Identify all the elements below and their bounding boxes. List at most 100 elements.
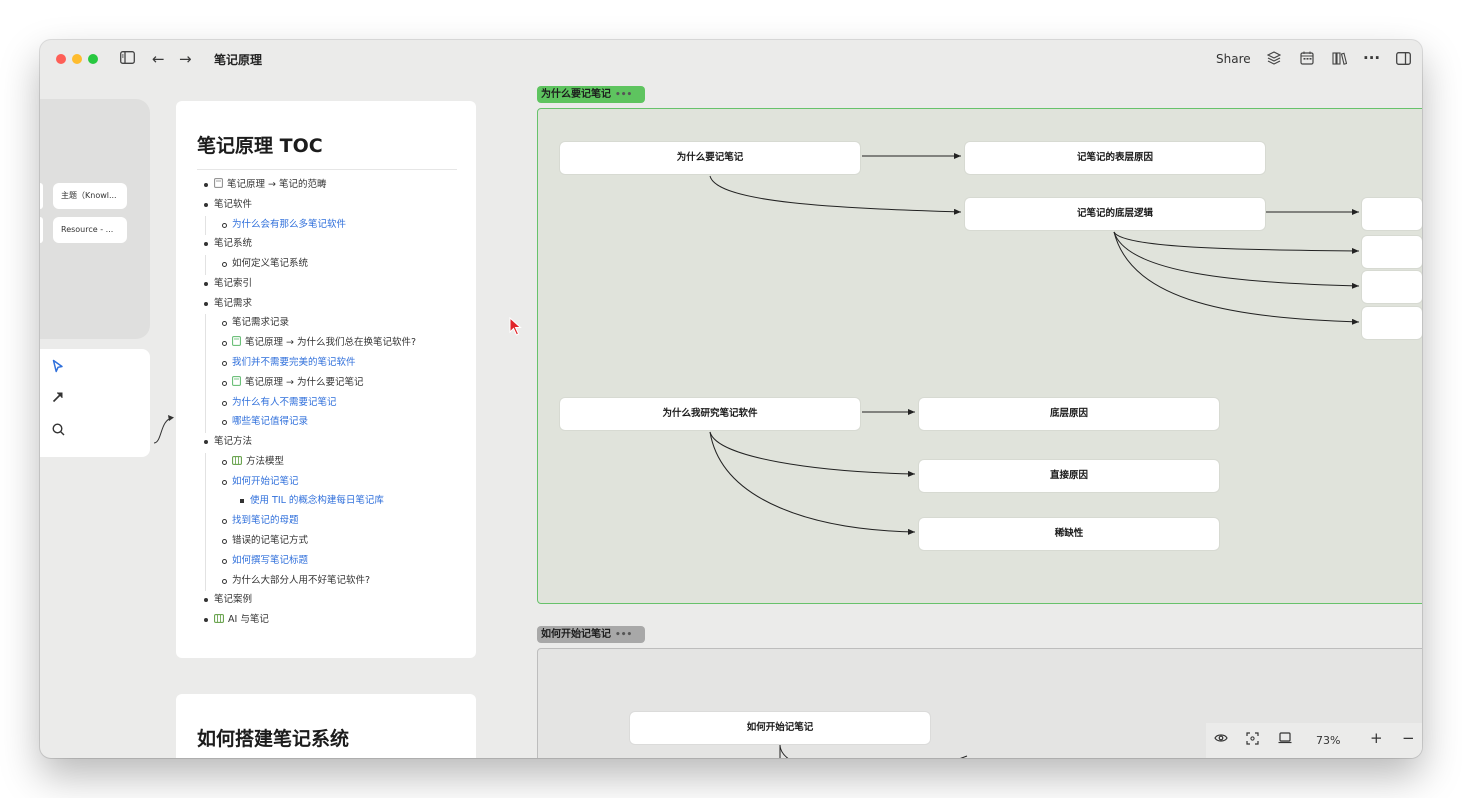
bullet-marker: [204, 183, 208, 187]
toc-item[interactable]: 笔记需求: [214, 297, 252, 311]
toc-item[interactable]: AI 与笔记: [214, 613, 269, 627]
bullet-marker: [222, 479, 227, 485]
zoom-out-button[interactable]: −: [1402, 730, 1415, 746]
eye-icon[interactable]: [1214, 732, 1228, 749]
toc-item[interactable]: 笔记索引: [214, 277, 252, 291]
toc-item[interactable]: 为什么有人不需要记笔记: [232, 396, 337, 410]
select-tool-icon[interactable]: [52, 359, 64, 377]
toc-item[interactable]: 笔记案例: [214, 593, 252, 607]
toc-item[interactable]: 笔记方法: [214, 435, 252, 449]
node-offscreen-2[interactable]: [1362, 236, 1422, 268]
back-icon[interactable]: ←: [152, 50, 165, 68]
app-window: ← → 笔记原理 Share ··· 主题（Knowl... Resource …: [40, 40, 1422, 758]
toc-item[interactable]: 为什么会有那么多笔记软件: [232, 218, 346, 232]
bullet-marker: [222, 578, 227, 584]
bullet-marker: [204, 618, 208, 623]
resource-chip[interactable]: Resource - ...: [53, 217, 127, 243]
toc-item[interactable]: 错误的记笔记方式: [232, 534, 308, 548]
toc-item-label: 如何撰写笔记标题: [232, 554, 309, 566]
group-more-icon[interactable]: •••: [615, 90, 632, 100]
toc-item-label: 为什么大部分人用不好笔记软件?: [232, 574, 371, 586]
topic-chip[interactable]: 主题（Knowl...: [53, 183, 127, 209]
left-group-panel: 主题（Knowl... Resource - ...: [40, 99, 150, 339]
more-options-icon[interactable]: ···: [1363, 49, 1380, 67]
node-why-research[interactable]: 为什么我研究笔记软件: [560, 398, 860, 430]
toc-title: 笔记原理 TOC: [197, 135, 323, 157]
indent-guide: [205, 532, 206, 552]
toc-item-label: 笔记需求记录: [232, 317, 290, 329]
zoom-in-button[interactable]: +: [1370, 730, 1383, 746]
title-bar: ← → 笔记原理 Share ···: [40, 40, 1422, 78]
node-offscreen-1[interactable]: [1362, 198, 1422, 230]
toc-item[interactable]: 笔记系统: [214, 237, 252, 251]
note-card[interactable]: 如何搭建笔记系统: [176, 694, 476, 758]
page-icon: [232, 375, 245, 388]
share-button[interactable]: Share: [1216, 52, 1251, 66]
note-card-title: 如何搭建笔记系统: [197, 728, 350, 750]
bullet-marker: [240, 499, 244, 504]
toc-card[interactable]: 笔记原理 TOC 笔记原理 → 笔记的范畴 笔记软件为什么会有那么多笔记软件笔记系…: [176, 101, 476, 658]
layers-icon[interactable]: [1266, 51, 1282, 69]
node-underlying-logic[interactable]: 记笔记的底层逻辑: [965, 198, 1265, 230]
toc-item[interactable]: 笔记需求记录: [232, 316, 289, 330]
indent-guide: [205, 452, 206, 473]
group-label-why-notes[interactable]: 为什么要记笔记 •••: [537, 86, 645, 103]
bullet-marker: [222, 222, 227, 228]
toc-item[interactable]: 如何定义笔记系统: [232, 257, 308, 271]
node-surface-reasons[interactable]: 记笔记的表层原因: [965, 142, 1265, 174]
whiteboard-canvas[interactable]: 主题（Knowl... Resource - ... 笔记原理 TOC 笔记原理…: [40, 78, 1422, 758]
toc-item[interactable]: 找到笔记的母题: [232, 514, 299, 528]
toc-item-label: 找到笔记的母题: [232, 515, 299, 527]
node-why-notes[interactable]: 为什么要记笔记: [560, 142, 860, 174]
tool-palette: [40, 349, 150, 457]
toc-item[interactable]: 笔记原理 → 为什么要记笔记: [232, 375, 364, 390]
toc-item[interactable]: 笔记软件: [214, 198, 252, 212]
node-how-start[interactable]: 如何开始记笔记: [630, 712, 930, 744]
toc-item-label: 笔记原理 → 为什么要记笔记: [245, 376, 364, 388]
fit-to-screen-icon[interactable]: [1246, 732, 1259, 750]
bullet-marker: [222, 400, 227, 406]
sidebar-toggle-icon[interactable]: [120, 50, 135, 68]
group-label-how-start[interactable]: 如何开始记笔记 •••: [537, 626, 645, 643]
toc-item[interactable]: 哪些笔记值得记录: [232, 415, 308, 429]
search-icon[interactable]: [52, 423, 65, 440]
bullet-marker: [222, 341, 227, 347]
connector-tool-icon[interactable]: [52, 391, 64, 407]
forward-icon[interactable]: →: [179, 50, 192, 68]
toc-item[interactable]: 如何撰写笔记标题: [232, 554, 308, 568]
zoom-window-button[interactable]: [88, 54, 98, 64]
board-icon: [214, 614, 228, 625]
toc-item-label: 为什么会有那么多笔记软件: [232, 218, 347, 230]
presentation-icon[interactable]: [1278, 732, 1292, 749]
node-offscreen-3[interactable]: [1362, 271, 1422, 303]
toc-item-label: 方法模型: [246, 455, 285, 467]
group-more-icon[interactable]: •••: [615, 630, 632, 640]
node-underlying-reason[interactable]: 底层原因: [919, 398, 1219, 430]
node-offscreen-4[interactable]: [1362, 307, 1422, 339]
library-icon[interactable]: [1332, 51, 1348, 69]
toc-item[interactable]: 如何开始记笔记: [232, 475, 299, 489]
toc-item[interactable]: 方法模型: [232, 455, 284, 469]
calendar-icon[interactable]: [1300, 51, 1314, 69]
toc-item[interactable]: 笔记原理 → 为什么我们总在换笔记软件?: [232, 336, 416, 350]
close-window-button[interactable]: [56, 54, 66, 64]
zoom-level[interactable]: 73%: [1316, 733, 1340, 749]
toc-item-label: 笔记案例: [214, 594, 253, 606]
toc-item[interactable]: 为什么大部分人用不好笔记软件?: [232, 574, 370, 588]
bullet-marker: [222, 539, 227, 545]
node-scarcity[interactable]: 稀缺性: [919, 518, 1219, 550]
node-direct-reason[interactable]: 直接原因: [919, 460, 1219, 492]
bullet-marker: [222, 321, 227, 327]
toc-item-label: 使用 TIL 的概念构建每日笔记库: [250, 495, 384, 507]
minimize-window-button[interactable]: [72, 54, 82, 64]
indent-guide: [205, 373, 206, 394]
indent-guide: [205, 354, 206, 374]
indent-guide: [205, 215, 206, 236]
toc-item[interactable]: 使用 TIL 的概念构建每日笔记库: [250, 494, 384, 508]
toc-item-label: 笔记方法: [214, 436, 253, 448]
page-icon: [214, 178, 227, 190]
right-panel-toggle-icon[interactable]: [1396, 51, 1411, 69]
toc-item[interactable]: 笔记原理 → 笔记的范畴: [214, 178, 327, 192]
toc-item-label: 笔记原理 → 为什么我们总在换笔记软件?: [245, 337, 417, 349]
toc-item[interactable]: 我们并不需要完美的笔记软件: [232, 356, 356, 370]
